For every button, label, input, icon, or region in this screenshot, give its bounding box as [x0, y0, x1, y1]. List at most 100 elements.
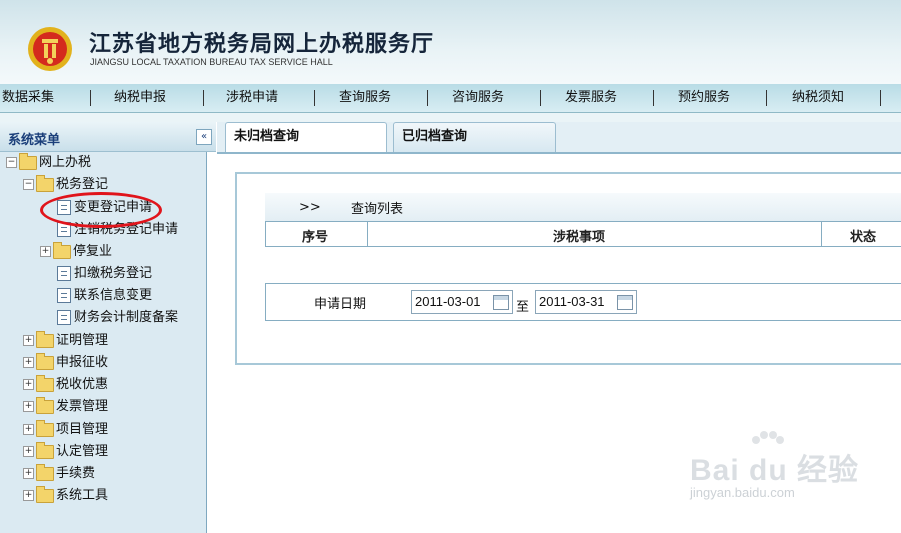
nav-separator: [653, 90, 654, 106]
tree-node-label: 手续费: [56, 466, 96, 481]
nav-separator: [427, 90, 428, 106]
tree-node-certificate-management[interactable]: + 证明管理: [23, 330, 109, 351]
tree-node-project-management[interactable]: + 项目管理: [23, 419, 109, 440]
date-range-separator: 至: [516, 300, 530, 315]
tree-expand-icon[interactable]: +: [23, 357, 34, 368]
tree-expand-icon[interactable]: +: [23, 379, 34, 390]
folder-open-icon: [19, 152, 37, 170]
nav-item-tax-application[interactable]: 涉税申请: [226, 89, 278, 107]
tree-node-label: 系统工具: [56, 488, 109, 503]
tree-node-system-tools[interactable]: + 系统工具: [23, 485, 109, 506]
tree-item-withholding-registration[interactable]: 扣缴税务登记: [57, 264, 152, 284]
document-icon: [57, 288, 71, 303]
national-emblem-icon: [28, 27, 72, 71]
column-header-index: 序号: [302, 230, 329, 245]
nav-item-appointment-service[interactable]: 预约服务: [678, 89, 730, 107]
table-header: 序号 涉税事项 状态: [265, 221, 901, 247]
start-date-value: 2011-03-01: [415, 294, 481, 309]
folder-icon: [36, 441, 54, 459]
list-title-bar: >> 查询列表: [265, 193, 901, 221]
tree-node-label: 发票管理: [56, 399, 109, 414]
folder-icon: [53, 241, 71, 259]
tree-expand-icon[interactable]: +: [40, 246, 51, 257]
tree-expand-icon[interactable]: +: [23, 424, 34, 435]
tree-node-label: 税务登记: [56, 177, 109, 192]
date-filter-label: 申请日期: [314, 297, 367, 312]
nav-separator: [203, 90, 204, 106]
tree-expand-icon[interactable]: +: [23, 401, 34, 412]
app-subtitle: JIANGSU LOCAL TAXATION BUREAU TAX SERVIC…: [90, 57, 333, 67]
watermark-site: jingyan.baidu.com: [690, 485, 795, 500]
folder-icon: [36, 374, 54, 392]
start-date-field[interactable]: 2011-03-01: [411, 290, 513, 314]
tree-node-label: 申报征收: [56, 355, 109, 370]
tree-item-label: 扣缴税务登记: [74, 266, 153, 281]
folder-icon: [36, 419, 54, 437]
tree-node-label: 项目管理: [56, 422, 109, 437]
tree-node-label: 认定管理: [56, 444, 109, 459]
tree-item-contact-change[interactable]: 联系信息变更: [57, 286, 152, 306]
tree-node-invoice-management[interactable]: + 发票管理: [23, 396, 109, 417]
collapse-sidebar-icon[interactable]: «: [196, 129, 212, 145]
tree-node-tax-incentives[interactable]: + 税收优惠: [23, 374, 109, 395]
tab-archived-query[interactable]: 已归档查询: [393, 122, 556, 152]
nav-item-tax-declaration[interactable]: 纳税申报: [114, 89, 166, 107]
tree-node-declaration-collection[interactable]: + 申报征收: [23, 352, 109, 373]
highlight-circle: [40, 192, 162, 228]
folder-icon: [36, 330, 54, 348]
nav-item-data-collection[interactable]: 数据采集: [2, 89, 54, 107]
tree-item-accounting-filing[interactable]: 财务会计制度备案: [57, 308, 178, 328]
nav-item-tax-notice[interactable]: 纳税须知: [792, 89, 844, 107]
calendar-icon[interactable]: [493, 295, 509, 310]
watermark: Bai du 经验 jingyan.baidu.com: [690, 430, 880, 520]
folder-icon: [36, 463, 54, 481]
tree-node-root[interactable]: − 网上办税: [6, 152, 92, 173]
sidebar-title: 系统菜单: [8, 133, 61, 148]
end-date-value: 2011-03-31: [539, 294, 605, 309]
column-separator: [821, 222, 822, 246]
nav-separator: [314, 90, 315, 106]
folder-icon: [36, 396, 54, 414]
tree-item-label: 财务会计制度备案: [74, 310, 179, 325]
tree-node-recognition-management[interactable]: + 认定管理: [23, 441, 109, 462]
tree-expand-icon[interactable]: +: [23, 446, 34, 457]
tree-node-label: 证明管理: [56, 333, 109, 348]
tree-expand-icon[interactable]: +: [23, 490, 34, 501]
folder-icon: [36, 352, 54, 370]
tab-bar: 未归档查询 已归档查询: [217, 122, 901, 154]
tree-node-label: 网上办税: [39, 155, 92, 170]
tab-unarchived-query[interactable]: 未归档查询: [225, 122, 387, 152]
folder-open-icon: [36, 174, 54, 192]
tree-node-label: 税收优惠: [56, 377, 109, 392]
expand-arrow-icon[interactable]: >>: [299, 200, 321, 215]
document-icon: [57, 310, 71, 325]
nav-item-invoice-service[interactable]: 发票服务: [565, 89, 617, 107]
nav-separator: [880, 90, 881, 106]
calendar-icon[interactable]: [617, 295, 633, 310]
nav-separator: [766, 90, 767, 106]
column-header-tax-item: 涉税事项: [553, 230, 606, 245]
nav-separator: [540, 90, 541, 106]
end-date-field[interactable]: 2011-03-31: [535, 290, 637, 314]
nav-item-query-service[interactable]: 查询服务: [339, 89, 391, 107]
app-header: 江苏省地方税务局网上办税服务厅 JIANGSU LOCAL TAXATION B…: [0, 0, 901, 84]
main-nav: 数据采集 纳税申报 涉税申请 查询服务 咨询服务 发票服务 预约服务 纳税须知: [0, 84, 901, 113]
tree-collapse-icon[interactable]: −: [6, 157, 17, 168]
tree-collapse-icon[interactable]: −: [23, 179, 34, 190]
tree-expand-icon[interactable]: +: [23, 468, 34, 479]
folder-icon: [36, 485, 54, 503]
tree-expand-icon[interactable]: +: [23, 335, 34, 346]
app-title: 江苏省地方税务局网上办税服务厅: [89, 32, 435, 57]
sidebar-header: 系统菜单 «: [0, 122, 216, 152]
tree-node-handling-fee[interactable]: + 手续费: [23, 463, 96, 484]
nav-item-consult-service[interactable]: 咨询服务: [452, 89, 504, 107]
document-icon: [57, 266, 71, 281]
tree-node-suspend-resume[interactable]: + 停复业: [40, 241, 113, 262]
date-filter-row: 申请日期 2011-03-01 至 2011-03-31: [265, 283, 901, 321]
nav-spacer: [0, 113, 901, 122]
watermark-brand: Bai du 经验: [690, 454, 860, 487]
tree-node-label: 停复业: [73, 244, 113, 259]
list-title: 查询列表: [351, 202, 404, 217]
tree-item-label: 联系信息变更: [74, 288, 153, 303]
sidebar: 系统菜单 « − 网上办税 − 税务登记 变更登记申请 注销税务登记申请 + 停复业 …: [0, 122, 216, 533]
